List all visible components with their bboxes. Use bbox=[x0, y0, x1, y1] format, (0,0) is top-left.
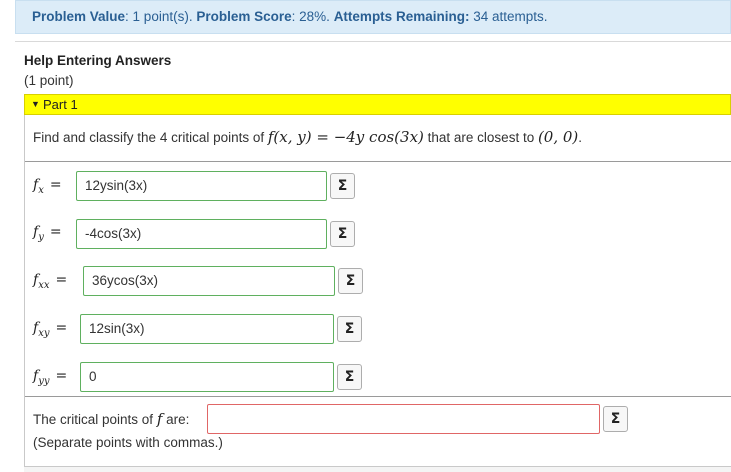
fxy-label: fxy = bbox=[33, 320, 68, 339]
critical-points-equation-editor-button[interactable]: Σ bbox=[603, 406, 628, 432]
question-divider bbox=[25, 161, 731, 162]
separate-points-note: (Separate points with commas.) bbox=[33, 435, 223, 450]
function-rhs: = −4y cos(3x) bbox=[311, 128, 424, 146]
fyy-equation-editor-button[interactable]: Σ bbox=[337, 364, 362, 390]
fy-equation-editor-button[interactable]: Σ bbox=[330, 221, 355, 247]
fxx-answer-input[interactable]: 36ycos(3x) bbox=[83, 266, 335, 296]
critical-points-input[interactable] bbox=[207, 404, 600, 434]
fx-answer-input[interactable]: 12ysin(3x) bbox=[76, 171, 327, 201]
problem-score-label: Problem Score bbox=[196, 9, 292, 24]
question-suffix: . bbox=[578, 130, 583, 145]
question-text: Find and classify the 4 critical points … bbox=[33, 128, 582, 146]
fyy-answer-input[interactable]: 0 bbox=[80, 362, 334, 392]
problem-value-text: : 1 point(s). bbox=[125, 9, 193, 24]
attempts-label: Attempts Remaining: bbox=[333, 9, 470, 24]
part-1-toggle[interactable]: ▼ Part 1 bbox=[24, 94, 731, 115]
problem-status-bar: Problem Value: 1 point(s). Problem Score… bbox=[15, 0, 731, 34]
part-1-label: Part 1 bbox=[43, 97, 78, 112]
fx-label: fx = bbox=[33, 177, 62, 196]
question-prefix: Find and classify the 4 critical points … bbox=[33, 130, 268, 145]
critical-points-label: The critical points of f are: bbox=[33, 410, 190, 428]
divider bbox=[15, 41, 731, 42]
question-middle: that are closest to bbox=[423, 130, 538, 145]
critical-divider bbox=[25, 396, 731, 397]
fyy-label: fyy = bbox=[33, 368, 68, 387]
fxy-equation-editor-button[interactable]: Σ bbox=[337, 316, 362, 342]
fxy-answer-input[interactable]: 12sin(3x) bbox=[80, 314, 334, 344]
help-entering-answers-link[interactable]: Help Entering Answers bbox=[24, 53, 171, 68]
fx-equation-editor-button[interactable]: Σ bbox=[330, 173, 355, 199]
fxx-equation-editor-button[interactable]: Σ bbox=[338, 268, 363, 294]
triangle-down-icon: ▼ bbox=[31, 99, 40, 109]
origin-point: (0, 0) bbox=[537, 128, 579, 146]
fy-answer-input[interactable]: -4cos(3x) bbox=[76, 219, 327, 249]
function-lhs: f(x, y) bbox=[267, 128, 312, 146]
fy-label: fy = bbox=[33, 224, 62, 243]
bottom-divider bbox=[24, 466, 731, 472]
problem-value-label: Problem Value bbox=[32, 9, 126, 24]
problem-points: (1 point) bbox=[24, 73, 74, 88]
fxx-label: fxx = bbox=[33, 272, 68, 291]
attempts-text: 34 attempts. bbox=[469, 9, 548, 24]
problem-score-text: : 28%. bbox=[291, 9, 330, 24]
